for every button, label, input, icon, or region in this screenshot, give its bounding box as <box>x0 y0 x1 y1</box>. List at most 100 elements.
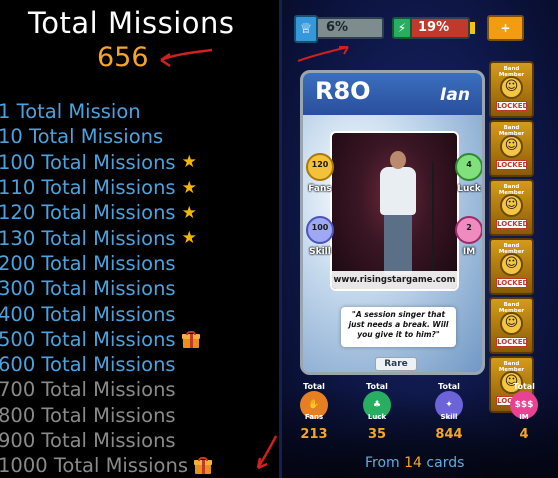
card-stat-im: 2 IM <box>455 216 482 257</box>
card-stat-fans-value: 120 <box>311 160 329 169</box>
mission-milestone-label: 10 Total Missions <box>0 125 164 149</box>
mission-milestone-row: 400 Total Missions <box>0 301 280 326</box>
gift-icon <box>194 457 212 475</box>
mission-milestone-row: 10 Total Missions <box>0 124 280 149</box>
cards-count-summary: From 14 cards <box>365 455 464 471</box>
band-silhouette-icon <box>500 253 523 276</box>
mission-milestone-row: 1 Total Mission <box>0 99 280 124</box>
card-quote: "A session singer that just needs a brea… <box>341 307 456 347</box>
card-stat-luck: 4 Luck <box>455 153 482 194</box>
mission-milestone-row: 200 Total Missions <box>0 251 280 276</box>
band-member-slot[interactable]: Band MemberLOCKED <box>489 61 534 118</box>
band-member-slot[interactable]: Band MemberLOCKED <box>489 238 534 295</box>
trophy-icon: ♕ <box>294 15 318 43</box>
band-silhouette-icon <box>500 76 523 99</box>
band-member-slot[interactable]: Band MemberLOCKED <box>489 297 534 354</box>
cards-count-suffix: cards <box>426 455 465 471</box>
total-fans-sub: Fans <box>304 413 324 421</box>
mission-milestone-label: 700 Total Missions <box>0 378 176 402</box>
mission-milestone-label: 1000 Total Missions <box>0 454 188 478</box>
card-stat-fans: 120 Fans <box>306 153 334 194</box>
total-fans-value: 213 <box>300 427 328 442</box>
mission-milestone-row: 120 Total Missions ★ <box>0 200 280 225</box>
total-im: Total $$$ IM 4 <box>500 382 548 442</box>
mission-milestone-row: 900 Total Missions <box>0 428 280 453</box>
missions-title: Total Missions <box>28 6 235 40</box>
total-im-label: Total <box>513 382 535 391</box>
mission-milestone-label: 100 Total Missions <box>0 150 176 174</box>
star-icon: ★ <box>181 228 197 249</box>
locked-badge: LOCKED <box>496 278 529 288</box>
mission-milestone-label: 200 Total Missions <box>0 251 176 275</box>
total-fans: Total ✋ Fans 213 <box>290 382 338 442</box>
mission-milestone-list: 1 Total Mission 10 Total Missions 100 Tota… <box>0 99 280 478</box>
total-luck: Total ♣ Luck 35 <box>353 382 401 442</box>
band-member-slot[interactable]: Band MemberLOCKED <box>489 120 534 177</box>
mission-milestone-label: 130 Total Missions <box>0 226 176 250</box>
mission-milestone-row: 700 Total Missions <box>0 377 280 402</box>
band-silhouette-icon <box>500 135 523 158</box>
total-skill: Total ✦ Skill 844 <box>425 382 473 442</box>
card-stat-fans-label: Fans <box>308 184 332 194</box>
locked-badge: LOCKED <box>496 101 529 111</box>
xp-progress-bar[interactable]: ♕ 6% <box>294 15 384 43</box>
cards-count-prefix: From <box>365 455 400 471</box>
mission-milestone-label: 900 Total Missions <box>0 429 176 452</box>
mission-milestone-row: 500 Total Missions <box>0 327 280 352</box>
xp-progress-text: 6% <box>326 20 349 35</box>
singer-figure <box>384 213 412 275</box>
card-stat-skill-label: Skill <box>309 247 331 257</box>
gift-icon <box>181 330 200 348</box>
energy-bar-tip <box>470 22 475 34</box>
total-skill-value: 844 <box>435 427 463 442</box>
band-member-slot[interactable]: Band MemberLOCKED <box>489 179 534 236</box>
singer-figure <box>380 167 416 215</box>
mission-milestone-label: 300 Total Missions <box>0 277 176 301</box>
total-luck-label: Total <box>366 382 388 391</box>
character-card[interactable]: R8O Ian www.risingstargame.com 120 Fans … <box>300 70 485 375</box>
mission-milestone-label: 400 Total Missions <box>0 302 176 326</box>
band-silhouette-icon <box>500 194 523 217</box>
mission-milestone-row: 600 Total Missions <box>0 352 280 377</box>
mission-milestone-row: 800 Total Missions <box>0 403 280 428</box>
mission-milestone-label: 1 Total Mission <box>0 100 141 124</box>
card-stat-im-value: 2 <box>466 223 472 232</box>
star-icon: ★ <box>181 152 197 173</box>
mission-milestone-row: 130 Total Missions ★ <box>0 225 280 250</box>
card-rarity: Rare <box>375 357 417 371</box>
total-luck-value: 35 <box>367 427 387 442</box>
add-energy-button[interactable]: + <box>487 15 524 41</box>
total-im-value: 4 <box>519 427 529 442</box>
card-stat-im-label: IM <box>462 247 476 257</box>
total-im-sub: IM <box>519 413 529 421</box>
cards-count-number: 14 <box>404 455 422 471</box>
locked-badge: LOCKED <box>496 337 529 347</box>
mission-milestone-row: 300 Total Missions <box>0 276 280 301</box>
singer-figure <box>390 151 406 169</box>
mission-milestone-row: 100 Total Missions ★ <box>0 150 280 175</box>
annotation-arrow-icon <box>160 48 213 68</box>
card-stat-skill: 100 Skill <box>306 216 334 257</box>
total-skill-sub: Skill <box>440 413 458 421</box>
energy-text: 19% <box>418 20 450 35</box>
band-silhouette-icon <box>500 312 523 335</box>
total-luck-sub: Luck <box>367 413 387 421</box>
character-portrait: www.risingstargame.com <box>330 131 459 291</box>
mission-milestone-label: 800 Total Missions <box>0 403 176 427</box>
locked-badge: LOCKED <box>496 219 529 229</box>
mission-milestone-row: 1000 Total Missions <box>0 453 280 478</box>
lightning-icon: ⚡ <box>392 17 412 39</box>
total-fans-label: Total <box>303 382 325 391</box>
mission-milestone-row: 110 Total Missions ★ <box>0 175 280 200</box>
mission-milestone-label: 600 Total Missions <box>0 353 176 377</box>
annotation-arrow-icon <box>297 46 349 62</box>
energy-bar[interactable]: ⚡ 19% <box>392 17 470 39</box>
card-code: R8O <box>315 77 371 105</box>
card-stat-luck-value: 4 <box>466 160 472 169</box>
star-icon: ★ <box>181 177 197 198</box>
card-header: R8O Ian <box>303 73 482 115</box>
card-stat-luck-label: Luck <box>457 184 481 194</box>
card-character-name: Ian <box>440 85 470 105</box>
mission-milestone-label: 110 Total Missions <box>0 176 176 200</box>
total-skill-label: Total <box>438 382 460 391</box>
